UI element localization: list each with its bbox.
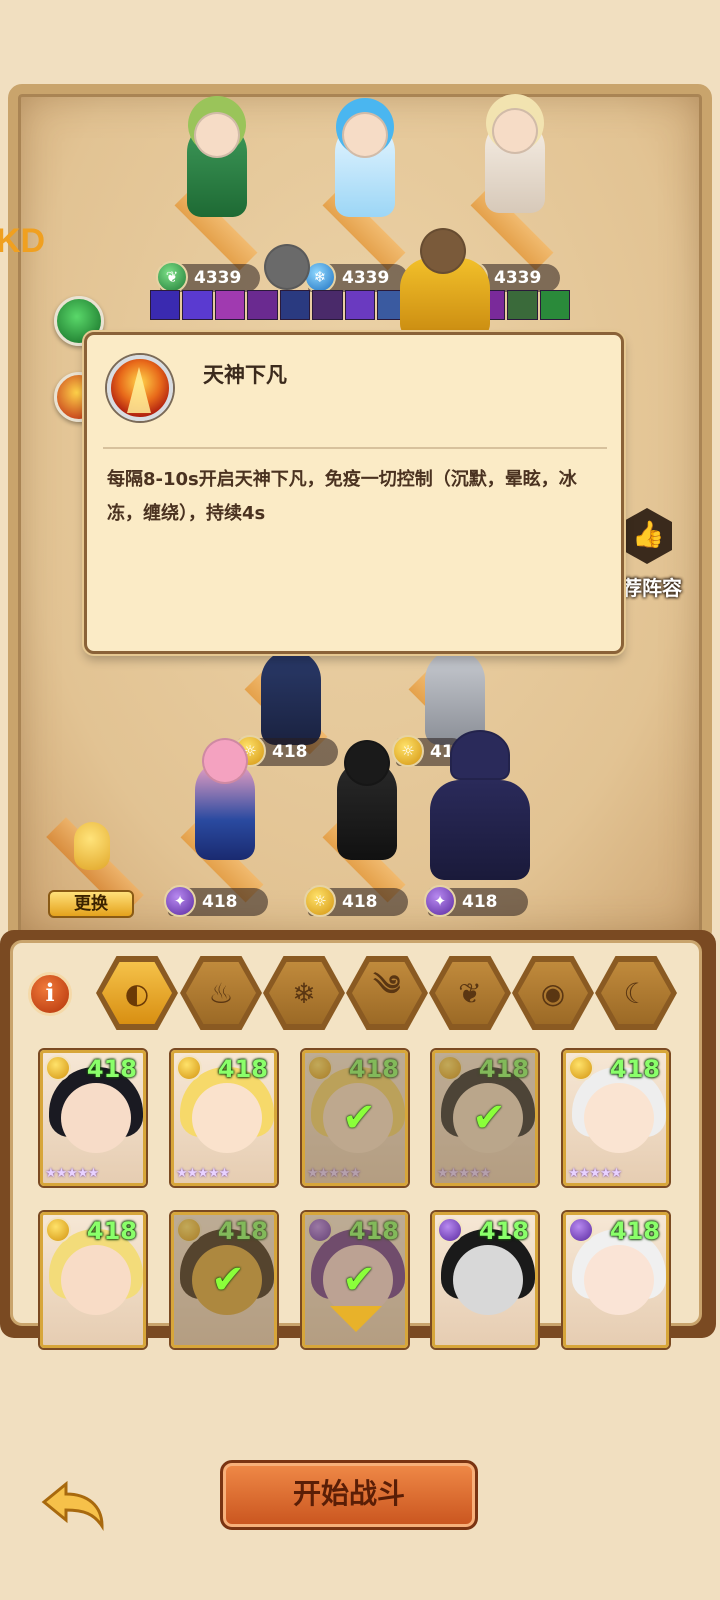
check-icon: ✔ [472, 1095, 506, 1141]
pet-chick[interactable] [74, 822, 110, 870]
change-pet-button[interactable]: 更换 [48, 890, 134, 918]
check-icon: ✔ [342, 1095, 376, 1141]
light-element-icon [176, 1055, 202, 1081]
check-icon: ✔ [342, 1257, 376, 1303]
hero-card-selected[interactable]: 418 ✔ [171, 1212, 277, 1348]
hero-card[interactable]: 418 [40, 1212, 146, 1348]
hero-card-selected[interactable]: 418 ★★★★★ ✔ [432, 1050, 538, 1186]
back-arrow-icon [41, 1480, 104, 1531]
hero-card-selected[interactable]: 418 ★★★★★ ✔ [302, 1050, 408, 1186]
dark-element-icon [437, 1217, 463, 1243]
fire-icon: ♨ [186, 962, 256, 1024]
hero-knight[interactable] [256, 244, 316, 334]
hero-nun[interactable] [322, 740, 412, 870]
dark-element-icon [568, 1217, 594, 1243]
hero-card[interactable]: 418 [432, 1212, 538, 1348]
light-element-icon [45, 1217, 71, 1243]
skill-title: 天神下凡 [203, 363, 287, 387]
eye-icon: ◉ [518, 962, 588, 1024]
snowflake-icon: ❄ [269, 962, 339, 1024]
skill-icon [107, 355, 173, 421]
dark-element-icon [307, 1217, 333, 1243]
info-button[interactable]: i [28, 972, 72, 1016]
check-icon: ✔ [211, 1257, 245, 1303]
hero-pink-swordmaiden[interactable] [180, 720, 270, 870]
skill-tooltip: 天神下凡 每隔8-10s开启天神下凡，免疫一切控制（沉默，晕眩，冰冻，缠绕），持… [84, 332, 624, 654]
hero-green-angel[interactable] [172, 112, 262, 232]
scroll-down-arrow-icon[interactable] [330, 1306, 382, 1332]
skill-description: 每隔8-10s开启天神下凡，免疫一切控制（沉默，晕眩，冰冻，缠绕），持续4s [107, 469, 577, 524]
dark-element-icon: ✦ [424, 885, 456, 917]
moon-icon: ☾ [601, 962, 671, 1024]
hero-power-pill: ☼ 418 [304, 885, 408, 917]
dark-element-icon: ✦ [164, 885, 196, 917]
hero-white-elf[interactable] [470, 108, 560, 228]
recommend-label[interactable]: 荐阵容 [622, 572, 682, 601]
hero-card[interactable]: 418 [563, 1212, 669, 1348]
nature-element-icon: ❦ [156, 261, 188, 293]
hero-card[interactable]: 418 ★★★★★ [40, 1050, 146, 1186]
light-element-icon [568, 1055, 594, 1081]
hero-power-pill: ✦ 418 [164, 885, 268, 917]
all-elements-icon: ◐ [102, 962, 172, 1024]
light-element-icon [437, 1055, 463, 1081]
leaf-icon: ❦ [435, 962, 505, 1024]
light-element-icon: ☼ [304, 885, 336, 917]
hero-card[interactable]: 418 ★★★★★ [563, 1050, 669, 1186]
divider [103, 447, 607, 449]
hero-card[interactable]: 418 ★★★★★ [171, 1050, 277, 1186]
wind-icon: ༄ [352, 962, 422, 1024]
light-element-icon [307, 1055, 333, 1081]
edge-event-tag[interactable]: KD [0, 222, 45, 261]
hero-ice-maiden[interactable] [320, 112, 410, 232]
hero-dwarf-viking[interactable] [370, 228, 510, 338]
hero-witch[interactable] [420, 730, 540, 880]
start-battle-button[interactable]: 开始战斗 [220, 1460, 478, 1530]
light-element-icon [176, 1217, 202, 1243]
hero-power-pill: ✦ 418 [424, 885, 528, 917]
light-element-icon [45, 1055, 71, 1081]
back-button[interactable] [38, 1478, 108, 1532]
hero-power-pill: ❦ 4339 [156, 261, 260, 293]
